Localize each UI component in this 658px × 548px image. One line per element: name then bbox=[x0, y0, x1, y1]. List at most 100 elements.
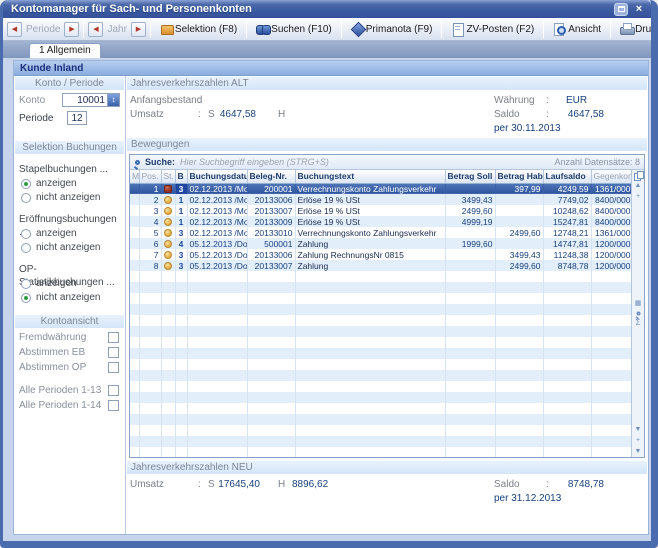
copy-icon[interactable] bbox=[634, 171, 642, 179]
empty-cell bbox=[175, 315, 187, 326]
checkbox-row[interactable]: Abstimmen EB bbox=[14, 345, 125, 360]
periode-pager-prev-button[interactable]: ◀ bbox=[7, 22, 22, 37]
checkbox-row[interactable]: Fremdwährung bbox=[14, 330, 125, 345]
jahr-pager-next-button[interactable]: ▶ bbox=[131, 22, 146, 37]
umsatz-label: Umsatz bbox=[130, 479, 164, 490]
table-row[interactable]: 5302.12.2013 /Mo20133010Verrechnungskont… bbox=[130, 227, 631, 238]
scroll-top-icon[interactable]: ▲ bbox=[635, 182, 642, 190]
cell-status bbox=[161, 216, 175, 227]
grid-search-bar[interactable]: Suche: Hier Suchbegriff eingeben (STRG+S… bbox=[130, 155, 644, 170]
drucken-button[interactable]: Drucken bbox=[615, 20, 658, 38]
checkbox-icon[interactable] bbox=[108, 332, 119, 343]
empty-cell bbox=[445, 326, 495, 337]
checkbox-icon[interactable] bbox=[108, 347, 119, 358]
suchen-button[interactable]: Suchen (F10) bbox=[251, 20, 337, 38]
app-window: Kontomanager für Sach- und Personenkonte… bbox=[0, 0, 658, 548]
radio-option[interactable]: anzeigen bbox=[14, 227, 125, 240]
section-header-alt: Jahresverkehrszahlen ALT bbox=[127, 77, 647, 90]
empty-cell bbox=[139, 436, 161, 447]
cell-laufsaldo: 7749,02 bbox=[543, 194, 591, 205]
primanota-button[interactable]: Primanota (F9) bbox=[346, 20, 438, 38]
cell-soll bbox=[445, 183, 495, 194]
periode-pager-next-button[interactable]: ▶ bbox=[64, 22, 79, 37]
checkbox-row[interactable]: Alle Perioden 1-14 bbox=[14, 398, 125, 413]
sum-icon[interactable]: Σ bbox=[636, 319, 641, 327]
konto-input[interactable] bbox=[63, 94, 107, 106]
cell-marker bbox=[130, 238, 139, 249]
table-row[interactable]: 8305.12.2013 /Do20133007Zahlung2499,6087… bbox=[130, 260, 631, 271]
search-input[interactable]: Hier Suchbegriff eingeben (STRG+S) bbox=[180, 157, 329, 167]
radio-option[interactable]: anzeigen bbox=[14, 177, 125, 190]
main-column: Jahresverkehrszahlen ALT Anfangsbestand … bbox=[126, 76, 648, 534]
column-header-m[interactable]: M bbox=[130, 170, 139, 183]
content-area: Kunde Inland Konto / Periode Konto ↕ Per… bbox=[3, 58, 651, 541]
column-header-gegenkonto[interactable]: Gegenkonto bbox=[591, 170, 631, 183]
table-row[interactable]: 7305.12.2013 /Do20133006Zahlung Rechnung… bbox=[130, 249, 631, 260]
radio-option[interactable]: nicht anzeigen bbox=[14, 241, 125, 254]
column-header-betrag-soll[interactable]: Betrag Soll bbox=[445, 170, 495, 183]
column-header-betrag-haben[interactable]: Betrag Haben bbox=[495, 170, 543, 183]
close-button[interactable]: × bbox=[632, 3, 646, 16]
colon: : bbox=[198, 95, 201, 106]
scroll-end-icon[interactable]: ▼ bbox=[635, 448, 642, 456]
empty-cell bbox=[295, 370, 445, 381]
scroll-down-icon[interactable]: ▼ bbox=[635, 426, 642, 434]
restore-button[interactable] bbox=[614, 3, 628, 16]
restore-icon bbox=[618, 6, 625, 12]
empty-cell bbox=[543, 315, 591, 326]
table-row[interactable]: 1302.12.2013 /Mo200001Verrechnungskonto … bbox=[130, 183, 631, 194]
tab-allgemein[interactable]: 1 Allgemein bbox=[29, 43, 101, 58]
checkbox-icon[interactable] bbox=[108, 385, 119, 396]
empty-cell bbox=[175, 359, 187, 370]
empty-cell bbox=[139, 425, 161, 436]
empty-row bbox=[130, 271, 631, 282]
empty-cell bbox=[543, 282, 591, 293]
toolbar-item-label: Suchen (F10) bbox=[271, 24, 332, 35]
grid-table-wrap: MPos.▼St.BBuchungsdatum▲Beleg-Nr.Buchung… bbox=[130, 170, 631, 457]
empty-cell bbox=[591, 326, 631, 337]
table-row[interactable]: 3102.12.2013 /Mo20133007Erlöse 19 % USt2… bbox=[130, 205, 631, 216]
column-header-laufsaldo[interactable]: Laufsaldo bbox=[543, 170, 591, 183]
cell-soll: 3499,43 bbox=[445, 194, 495, 205]
zv-posten-button[interactable]: ZV-Posten (F2) bbox=[446, 20, 539, 38]
column-header-pos-[interactable]: Pos.▼ bbox=[139, 170, 161, 183]
column-header-buchungstext[interactable]: Buchungstext bbox=[295, 170, 445, 183]
empty-cell bbox=[495, 414, 543, 425]
arrow-right-icon: ▶ bbox=[136, 26, 141, 33]
table-row[interactable]: 2102.12.2013 /Mo20133006Erlöse 19 % USt3… bbox=[130, 194, 631, 205]
checkbox-row[interactable]: Alle Perioden 1-13 bbox=[14, 383, 125, 398]
table-row[interactable]: 6405.12.2013 /Do500001Zahlung1999,601474… bbox=[130, 238, 631, 249]
jahr-pager-prev-button[interactable]: ◀ bbox=[88, 22, 103, 37]
periode-input[interactable] bbox=[67, 111, 87, 125]
empty-cell bbox=[495, 293, 543, 304]
empty-cell bbox=[130, 315, 139, 326]
radio-label: nicht anzeigen bbox=[36, 242, 101, 253]
cell-laufsaldo: 10248,62 bbox=[543, 205, 591, 216]
append-icon[interactable]: + bbox=[636, 437, 640, 445]
empty-cell bbox=[543, 337, 591, 348]
checkbox-icon[interactable] bbox=[108, 400, 119, 411]
ansicht-button[interactable]: Ansicht bbox=[548, 20, 606, 38]
empty-cell bbox=[139, 403, 161, 414]
cell-status bbox=[161, 238, 175, 249]
checkbox-row[interactable]: Abstimmen OP bbox=[14, 360, 125, 375]
empty-cell bbox=[175, 337, 187, 348]
empty-cell bbox=[591, 414, 631, 425]
columns-icon[interactable]: ▦ bbox=[635, 300, 642, 308]
empty-cell bbox=[187, 348, 247, 359]
column-header-beleg-nr-[interactable]: Beleg-Nr. bbox=[247, 170, 295, 183]
radio-option[interactable]: nicht anzeigen bbox=[14, 191, 125, 204]
column-header-st-[interactable]: St. bbox=[161, 170, 175, 183]
column-header-b[interactable]: B bbox=[175, 170, 187, 183]
konto-spinner[interactable]: ↕ bbox=[107, 94, 119, 106]
radio-option[interactable]: nicht anzeigen bbox=[14, 291, 125, 304]
grid-search-icon[interactable] bbox=[636, 312, 640, 316]
column-header-buchungsdatum[interactable]: Buchungsdatum▲ bbox=[187, 170, 247, 183]
empty-cell bbox=[130, 403, 139, 414]
titlebar[interactable]: Kontomanager für Sach- und Personenkonte… bbox=[3, 0, 651, 18]
checkbox-icon[interactable] bbox=[108, 362, 119, 373]
empty-cell bbox=[130, 381, 139, 392]
add-row-icon[interactable]: + bbox=[636, 193, 640, 201]
table-row[interactable]: 4102.12.2013 /Mo20133009Erlöse 19 % USt4… bbox=[130, 216, 631, 227]
selektion-button[interactable]: Selektion (F8) bbox=[155, 20, 242, 38]
